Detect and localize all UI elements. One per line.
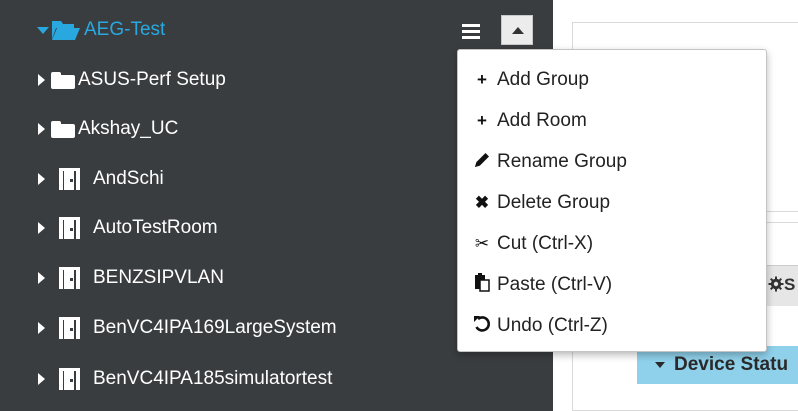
room-door-icon	[59, 217, 81, 239]
plus-icon: +	[477, 111, 487, 130]
gear-icon	[768, 276, 784, 292]
menu-item-label: Undo (Ctrl-Z)	[497, 315, 608, 336]
settings-tab[interactable]: S	[768, 275, 795, 295]
tree-item-room[interactable]: BENZSIPVLAN	[38, 263, 224, 293]
tree-menu-button[interactable]	[462, 23, 482, 43]
menu-item-add-group[interactable]: + Add Group	[458, 63, 766, 97]
menu-item-label: Cut (Ctrl-X)	[497, 233, 594, 254]
plus-icon: +	[477, 70, 487, 89]
pencil-icon	[470, 151, 494, 174]
caret-right-icon[interactable]	[38, 74, 45, 86]
caret-right-icon[interactable]	[38, 123, 45, 135]
caret-right-icon[interactable]	[38, 322, 45, 334]
tree-root-label: AEG-Test	[84, 19, 166, 40]
caret-right-icon[interactable]	[38, 272, 45, 284]
tree-item-room[interactable]: AndSchi	[38, 164, 164, 194]
undo-icon	[470, 315, 494, 338]
device-status-label: Device Statu	[674, 354, 789, 375]
menu-item-label: Delete Group	[497, 192, 611, 213]
tree-item-room[interactable]: BenVC4IPA169LargeSystem	[38, 313, 337, 343]
hamburger-bar	[462, 30, 480, 33]
paste-icon	[470, 273, 494, 297]
room-door-icon	[59, 368, 81, 390]
menu-item-undo[interactable]: Undo (Ctrl-Z)	[458, 309, 766, 343]
times-icon: ✖	[474, 193, 490, 212]
menu-item-label: Paste (Ctrl-V)	[497, 274, 613, 295]
tree-item-label: AndSchi	[93, 168, 164, 189]
caret-right-icon[interactable]	[38, 173, 45, 185]
folder-icon	[51, 71, 75, 89]
tree-item-label: Akshay_UC	[78, 118, 179, 139]
tree-item-room[interactable]: AutoTestRoom	[38, 213, 218, 243]
folder-icon	[51, 120, 75, 138]
menu-item-paste[interactable]: Paste (Ctrl-V)	[458, 268, 766, 302]
scissors-icon: ✂	[474, 234, 490, 253]
tree-item-label: BenVC4IPA185simulatortest	[93, 368, 333, 389]
tree-item-group[interactable]: Akshay_UC	[38, 114, 178, 144]
menu-item-label: Add Room	[497, 110, 587, 131]
room-door-icon	[59, 317, 81, 339]
caret-down-icon[interactable]	[37, 26, 49, 34]
settings-tab-label: S	[784, 275, 796, 294]
folder-open-icon	[51, 19, 81, 41]
menu-item-label: Rename Group	[497, 151, 627, 172]
hamburger-bar	[462, 36, 480, 39]
menu-item-label: Add Group	[497, 69, 589, 90]
menu-item-rename-group[interactable]: Rename Group	[458, 145, 766, 179]
caret-up-icon	[512, 27, 524, 34]
tree-root-item[interactable]: AEG-Test	[37, 15, 165, 45]
menu-item-cut[interactable]: ✂ Cut (Ctrl-X)	[458, 227, 766, 261]
hamburger-bar	[462, 24, 480, 27]
tree-item-label: ASUS-Perf Setup	[78, 69, 226, 90]
tree-item-label: AutoTestRoom	[93, 217, 218, 238]
menu-item-delete-group[interactable]: ✖ Delete Group	[458, 186, 766, 220]
caret-down-icon	[655, 362, 665, 368]
tree-item-label: BenVC4IPA169LargeSystem	[93, 317, 337, 338]
scroll-up-button[interactable]	[501, 15, 533, 45]
room-door-icon	[59, 267, 81, 289]
tree-item-group[interactable]: ASUS-Perf Setup	[38, 65, 226, 95]
room-door-icon	[59, 168, 81, 190]
group-context-menu: + Add Group + Add Room Rename Group ✖ De…	[457, 49, 767, 352]
caret-right-icon[interactable]	[38, 222, 45, 234]
tree-item-room[interactable]: BenVC4IPA185simulatortest	[38, 364, 332, 394]
menu-item-add-room[interactable]: + Add Room	[458, 104, 766, 138]
caret-right-icon[interactable]	[38, 373, 45, 385]
tree-item-label: BENZSIPVLAN	[93, 267, 224, 288]
